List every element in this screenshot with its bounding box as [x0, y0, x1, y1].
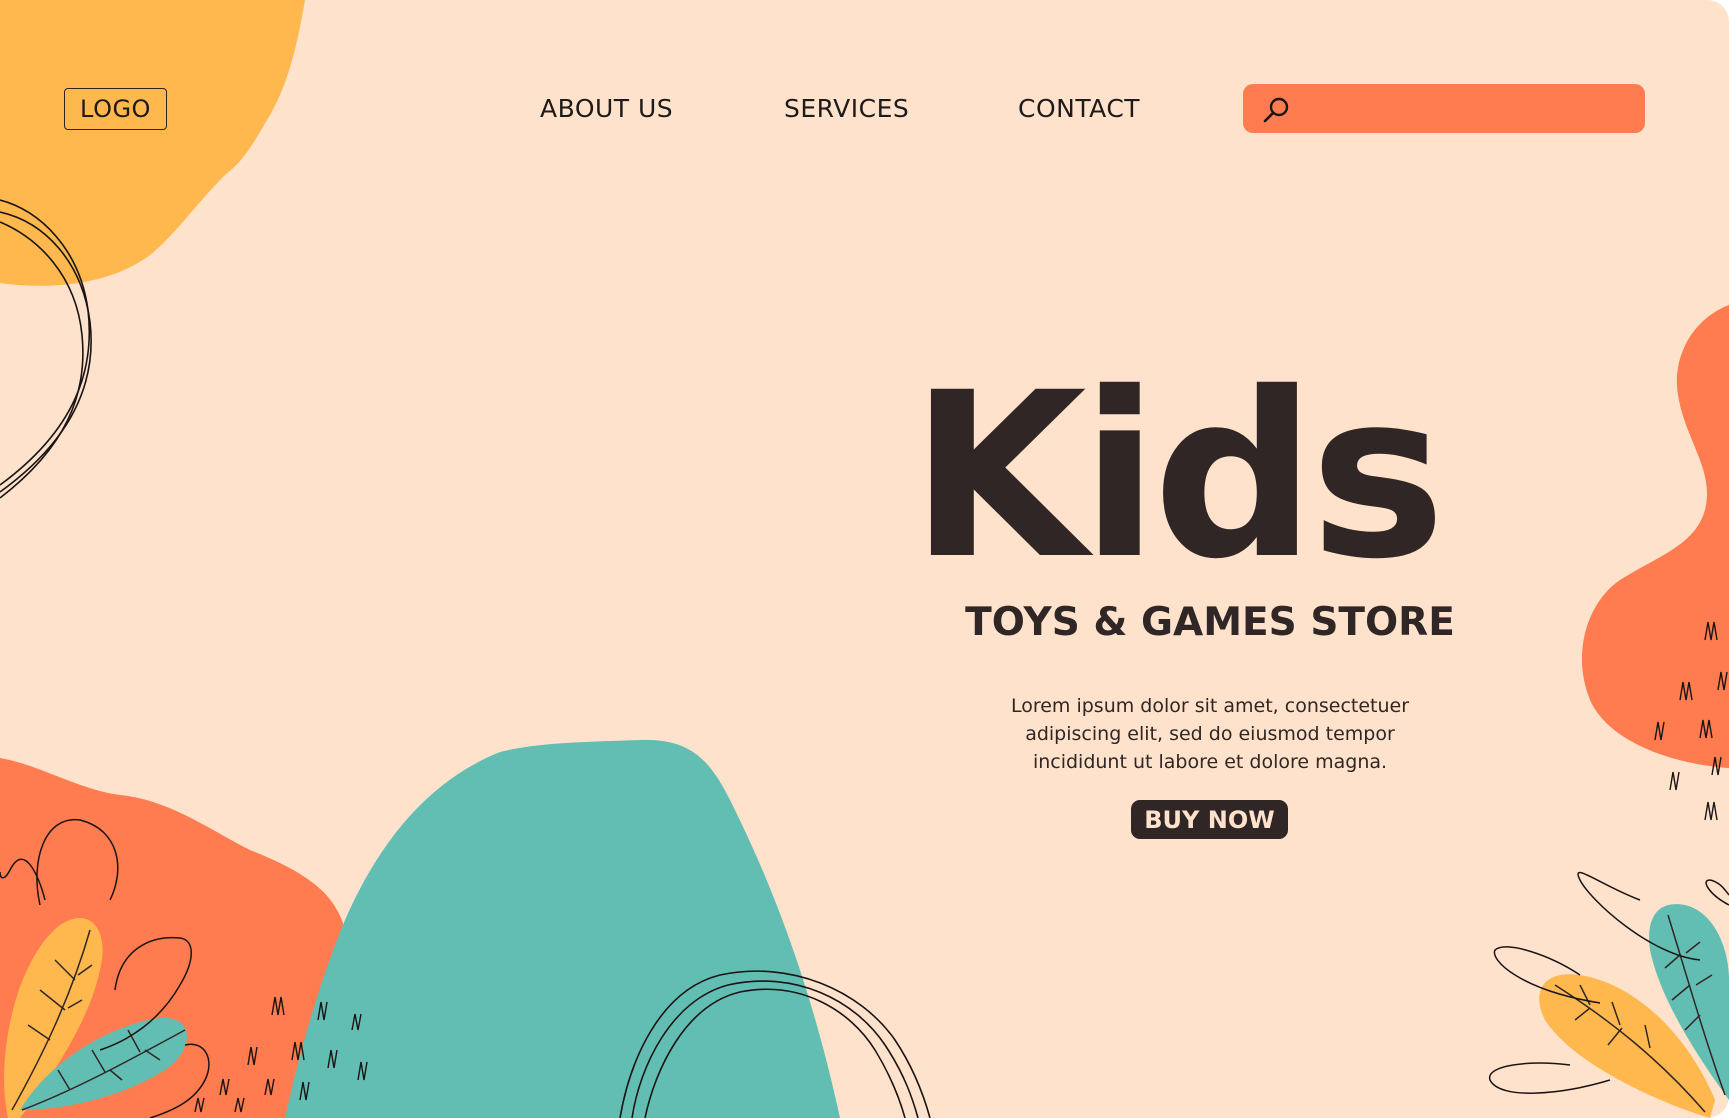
search-icon[interactable] [1261, 95, 1291, 125]
landing-page: LOGO ABOUT US SERVICES CONTACT Kids TOYS… [0, 0, 1729, 1118]
description-line: adipiscing elit, sed do eiusmod tempor [1025, 723, 1395, 745]
nav-contact[interactable]: CONTACT [1018, 94, 1140, 123]
hero-description: Lorem ipsum dolor sit amet, consectetuer… [960, 692, 1460, 776]
search-input[interactable] [1301, 90, 1635, 128]
logo[interactable]: LOGO [64, 88, 167, 130]
nav-about-us[interactable]: ABOUT US [540, 94, 673, 123]
search-bar[interactable] [1243, 84, 1645, 133]
hero-title: Kids [910, 343, 1446, 590]
description-line: Lorem ipsum dolor sit amet, consectetuer [1010, 695, 1410, 717]
hero-title-text: Kids [910, 343, 1440, 590]
hero-subtitle: TOYS & GAMES STORE [965, 600, 1455, 645]
buy-now-button[interactable]: BUY NOW [1131, 800, 1288, 839]
description-line: incididunt ut labore et dolore magna. [1032, 751, 1388, 773]
nav-services[interactable]: SERVICES [784, 94, 909, 123]
